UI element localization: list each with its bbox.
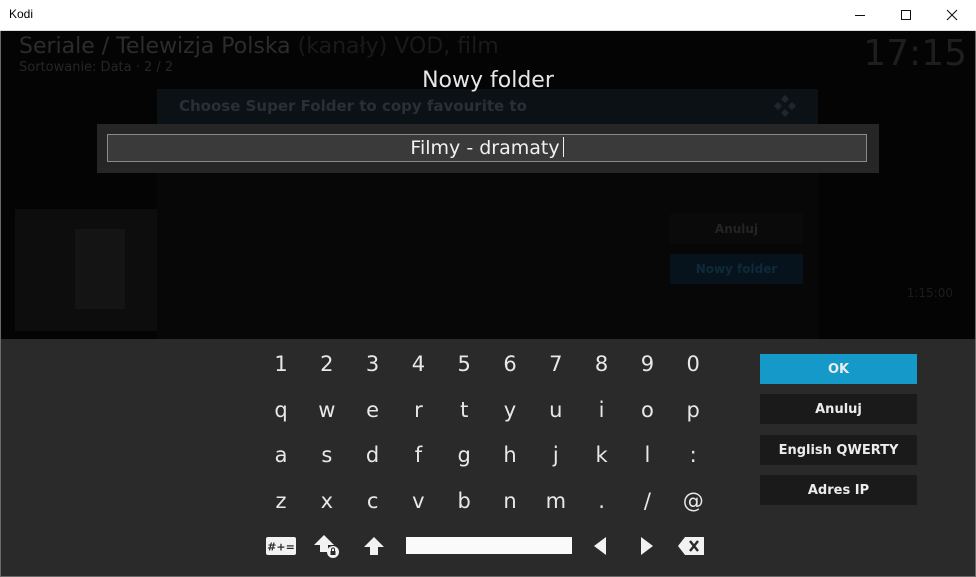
layout-button[interactable]: English QWERTY — [760, 435, 917, 465]
key-2-1[interactable]: q — [259, 390, 303, 430]
key-1-2[interactable]: 2 — [305, 344, 349, 384]
key-3-4[interactable]: f — [396, 435, 440, 475]
text-caret — [562, 137, 564, 157]
symbols-icon: #+= — [266, 537, 296, 555]
key-1-3[interactable]: 3 — [351, 344, 395, 384]
folder-name-input[interactable]: Filmy - dramaty — [107, 134, 867, 162]
key-2-6[interactable]: y — [488, 390, 532, 430]
key-1-4[interactable]: 4 — [396, 344, 440, 384]
left-arrow-key[interactable] — [588, 534, 612, 558]
key-1-1[interactable]: 1 — [259, 344, 303, 384]
ok-button[interactable]: OK — [760, 354, 917, 384]
key-4-2[interactable]: x — [305, 481, 349, 521]
kodi-logo-icon — [774, 95, 796, 117]
key-3-1[interactable]: a — [259, 435, 303, 475]
right-arrow-icon — [641, 537, 653, 555]
key-4-9[interactable]: / — [625, 481, 669, 521]
close-icon — [946, 9, 958, 21]
key-4-4[interactable]: v — [396, 481, 440, 521]
background-header: Seriale / Telewizja Polska (kanały) VOD,… — [19, 34, 499, 59]
maximize-button[interactable] — [883, 0, 929, 30]
cancel-button[interactable]: Anuluj — [760, 394, 917, 424]
shift-lock-key[interactable] — [310, 532, 344, 560]
background-header-dim: (kanały) VOD, film — [290, 34, 499, 59]
shift-arrow-icon — [364, 537, 384, 555]
symbols-key[interactable]: #+= — [263, 534, 299, 558]
key-1-5[interactable]: 5 — [442, 344, 486, 384]
shift-key[interactable] — [359, 532, 389, 560]
key-4-1[interactable]: z — [259, 481, 303, 521]
right-arrow-key[interactable] — [635, 534, 659, 558]
key-4-8[interactable]: . — [580, 481, 624, 521]
key-3-9[interactable]: l — [625, 435, 669, 475]
super-folder-title: Choose Super Folder to copy favourite to — [179, 97, 527, 115]
background-side-text: 1:15:00 — [906, 286, 953, 300]
key-3-7[interactable]: j — [534, 435, 578, 475]
key-3-8[interactable]: k — [580, 435, 624, 475]
key-2-7[interactable]: u — [534, 390, 578, 430]
close-button[interactable] — [929, 0, 975, 30]
backspace-key[interactable] — [675, 534, 707, 558]
key-2-10[interactable]: p — [671, 390, 715, 430]
window-titlebar: Kodi — [0, 0, 976, 31]
left-arrow-icon — [594, 537, 606, 555]
key-2-2[interactable]: w — [305, 390, 349, 430]
key-3-6[interactable]: h — [488, 435, 532, 475]
space-key[interactable] — [406, 537, 572, 554]
key-2-5[interactable]: t — [442, 390, 486, 430]
key-2-4[interactable]: r — [396, 390, 440, 430]
super-folder-header: Choose Super Folder to copy favourite to — [157, 89, 818, 124]
key-4-3[interactable]: c — [351, 481, 395, 521]
key-1-8[interactable]: 8 — [580, 344, 624, 384]
backspace-icon — [678, 537, 704, 555]
dialog-title: Nowy folder — [422, 68, 554, 93]
keyboard-panel: 1 2 3 4 5 6 7 8 9 0 q w e r t y u i o p a s d f g h j k l: z x c v b n m. / @… — [1, 339, 975, 576]
key-2-3[interactable]: e — [351, 390, 395, 430]
input-text: Filmy - dramaty — [410, 137, 560, 159]
key-4-10[interactable]: @ — [671, 481, 715, 521]
key-3-2[interactable]: s — [305, 435, 349, 475]
key-1-7[interactable]: 7 — [534, 344, 578, 384]
background-thumbnail — [15, 209, 158, 331]
ip-address-button[interactable]: Adres IP — [760, 475, 917, 505]
background-header-main: Seriale / Telewizja Polska — [19, 34, 291, 59]
symbols-key-label: #+= — [267, 541, 295, 554]
key-1-9[interactable]: 9 — [625, 344, 669, 384]
super-folder-cancel-button: Anuluj — [670, 214, 803, 244]
key-1-10[interactable]: 0 — [671, 344, 715, 384]
minimize-icon — [855, 15, 865, 16]
key-4-7[interactable]: m — [534, 481, 578, 521]
key-3-10[interactable]: : — [671, 435, 715, 475]
key-3-5[interactable]: g — [442, 435, 486, 475]
key-1-6[interactable]: 6 — [488, 344, 532, 384]
key-4-5[interactable]: b — [442, 481, 486, 521]
super-folder-new-button: Nowy folder — [670, 254, 803, 284]
shift-lock-icon — [314, 535, 339, 558]
key-4-6[interactable]: n — [488, 481, 532, 521]
minimize-button[interactable] — [837, 0, 883, 30]
key-3-3[interactable]: d — [351, 435, 395, 475]
maximize-icon — [901, 10, 911, 20]
key-2-9[interactable]: o — [625, 390, 669, 430]
input-panel: Filmy - dramaty — [97, 124, 879, 173]
window-title: Kodi — [9, 7, 34, 21]
key-2-8[interactable]: i — [580, 390, 624, 430]
